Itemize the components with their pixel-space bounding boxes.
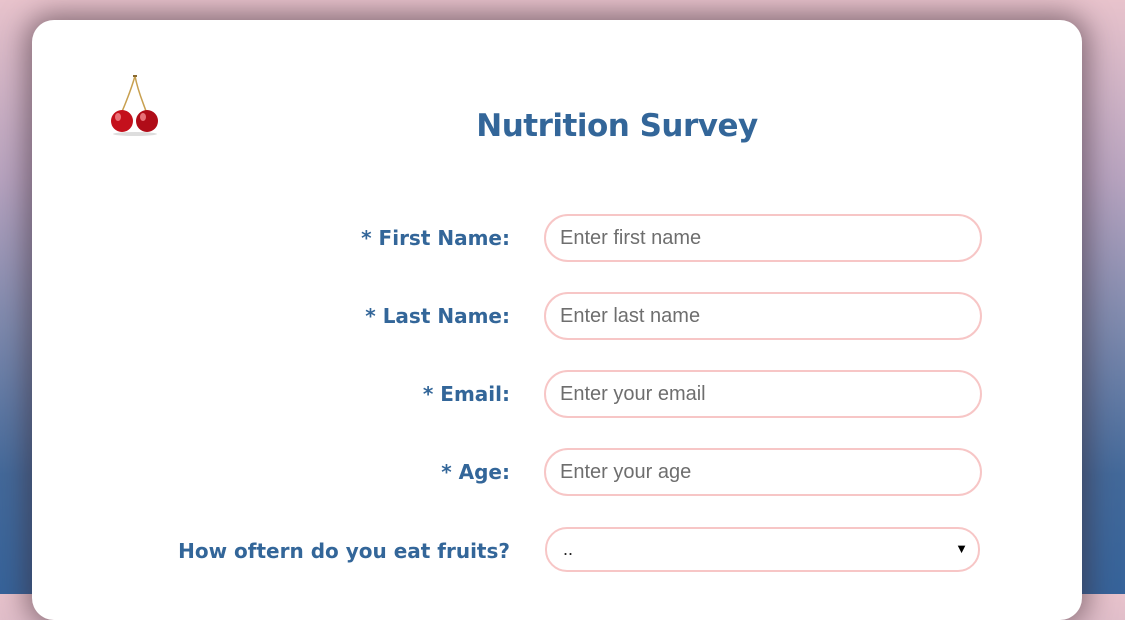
age-row: * Age: bbox=[32, 448, 1082, 496]
age-label: * Age: bbox=[441, 460, 510, 484]
age-input[interactable] bbox=[544, 448, 982, 496]
first-name-input[interactable] bbox=[544, 214, 982, 262]
page-title: Nutrition Survey bbox=[476, 108, 758, 144]
first-name-row: * First Name: bbox=[32, 214, 1082, 262]
last-name-label: * Last Name: bbox=[365, 304, 510, 328]
email-row: * Email: bbox=[32, 370, 1082, 418]
email-label: * Email: bbox=[422, 382, 510, 406]
fruit-frequency-row: How oftern do you eat fruits? .. ▼ bbox=[32, 527, 1082, 575]
first-name-label: * First Name: bbox=[361, 226, 510, 250]
last-name-input[interactable] bbox=[544, 292, 982, 340]
fruit-frequency-value: .. bbox=[563, 539, 574, 559]
last-name-row: * Last Name: bbox=[32, 292, 1082, 340]
fruit-frequency-select[interactable]: .. ▼ bbox=[545, 527, 980, 572]
triangle-down-icon: ▼ bbox=[955, 541, 968, 556]
email-input[interactable] bbox=[544, 370, 982, 418]
fruit-frequency-label: How oftern do you eat fruits? bbox=[178, 539, 510, 563]
survey-card: Nutrition Survey * First Name: * Last Na… bbox=[32, 20, 1082, 620]
